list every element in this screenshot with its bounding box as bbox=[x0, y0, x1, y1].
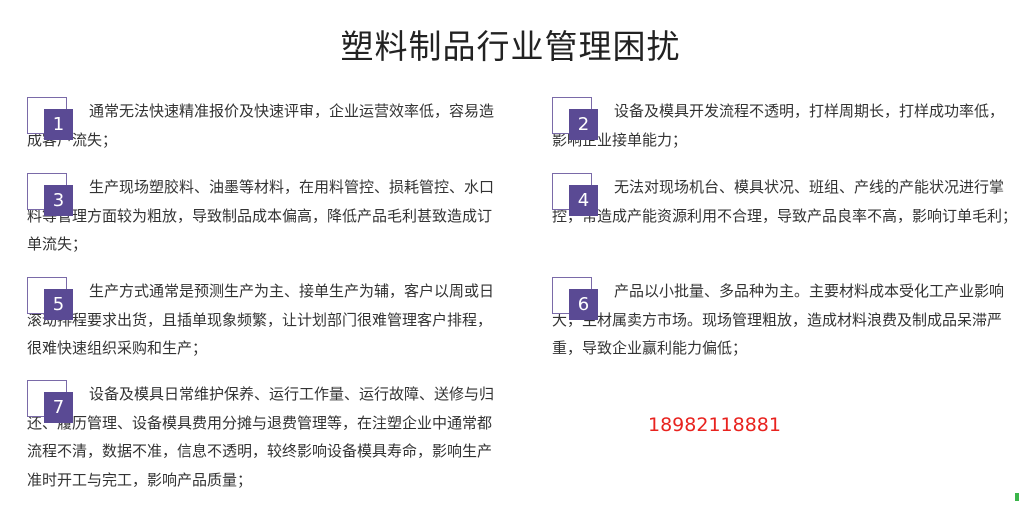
number-badge: 7 bbox=[27, 380, 73, 423]
corner-mark bbox=[1015, 493, 1019, 501]
badge-number: 3 bbox=[44, 185, 73, 216]
list-item: 7 设备及模具日常维护保养、运行工作量、运行故障、送修与归还、履历管理、设备模具… bbox=[27, 380, 497, 494]
badge-number: 7 bbox=[44, 392, 73, 423]
list-item: 4 无法对现场机台、模具状况、班组、产线的产能状况进行掌控，常造成产能资源利用不… bbox=[552, 173, 1017, 230]
number-badge: 6 bbox=[552, 277, 598, 320]
item-text: 设备及模具开发流程不透明，打样周期长，打样成功率低，影响企业接单能力； bbox=[552, 102, 1005, 149]
item-text: 无法对现场机台、模具状况、班组、产线的产能状况进行掌控，常造成产能资源利用不合理… bbox=[552, 178, 1018, 225]
list-item: 2 设备及模具开发流程不透明，打样周期长，打样成功率低，影响企业接单能力； bbox=[552, 97, 1007, 154]
badge-number: 5 bbox=[44, 289, 73, 320]
badge-number: 4 bbox=[569, 185, 598, 216]
number-badge: 4 bbox=[552, 173, 598, 216]
list-item: 3 生产现场塑胶料、油墨等材料，在用料管控、损耗管控、水口料等管理方面较为粗放，… bbox=[27, 173, 497, 259]
list-item: 5 生产方式通常是预测生产为主、接单生产为辅，客户以周或日滚动排程要求出货，且插… bbox=[27, 277, 497, 363]
item-text: 设备及模具日常维护保养、运行工作量、运行故障、送修与归还、履历管理、设备模具费用… bbox=[27, 385, 495, 489]
badge-number: 1 bbox=[44, 109, 73, 140]
number-badge: 3 bbox=[27, 173, 73, 216]
item-text: 通常无法快速精准报价及快速评审，企业运营效率低，容易造成客户流失； bbox=[27, 102, 495, 149]
item-text: 生产方式通常是预测生产为主、接单生产为辅，客户以周或日滚动排程要求出货，且插单现… bbox=[27, 282, 495, 357]
item-text: 生产现场塑胶料、油墨等材料，在用料管控、损耗管控、水口料等管理方面较为粗放，导致… bbox=[27, 178, 495, 253]
phone-number: 18982118881 bbox=[648, 414, 781, 436]
badge-number: 6 bbox=[569, 289, 598, 320]
list-item: 1 通常无法快速精准报价及快速评审，企业运营效率低，容易造成客户流失； bbox=[27, 97, 497, 154]
badge-number: 2 bbox=[569, 109, 598, 140]
number-badge: 1 bbox=[27, 97, 73, 140]
number-badge: 2 bbox=[552, 97, 598, 140]
item-text: 产品以小批量、多品种为主。主要材料成本受化工产业影响大，主材属卖方市场。现场管理… bbox=[552, 282, 1005, 357]
number-badge: 5 bbox=[27, 277, 73, 320]
page-title: 塑料制品行业管理困扰 bbox=[340, 27, 681, 66]
list-item: 6 产品以小批量、多品种为主。主要材料成本受化工产业影响大，主材属卖方市场。现场… bbox=[552, 277, 1017, 363]
